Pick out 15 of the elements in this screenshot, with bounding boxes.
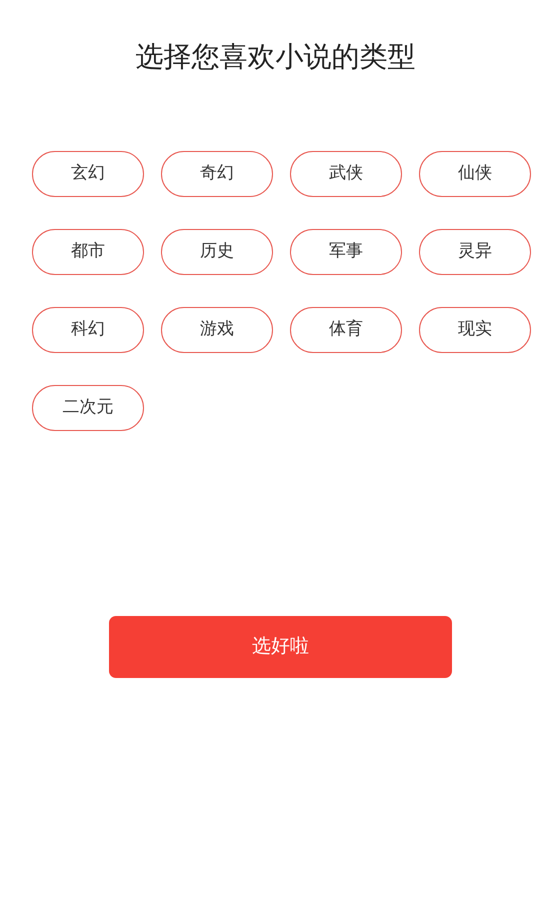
genre-tag[interactable]: 历史: [161, 228, 273, 275]
genre-tag[interactable]: 奇幻: [161, 150, 273, 197]
genre-tag[interactable]: 科幻: [32, 306, 144, 353]
genre-tag[interactable]: 现实: [419, 306, 531, 353]
genre-tag[interactable]: 游戏: [161, 306, 273, 353]
genre-tag[interactable]: 灵异: [419, 228, 531, 275]
genre-tag[interactable]: 都市: [32, 228, 144, 275]
genre-tag[interactable]: 武侠: [290, 150, 402, 197]
genre-tag[interactable]: 军事: [290, 228, 402, 275]
page-title: 选择您喜欢小说的类型: [134, 39, 416, 74]
genre-tag[interactable]: 体育: [290, 306, 402, 353]
genre-tag[interactable]: 二次元: [32, 384, 144, 431]
confirm-button[interactable]: 选好啦: [109, 616, 452, 678]
genre-tag[interactable]: 仙侠: [419, 150, 531, 197]
genre-tag[interactable]: 玄幻: [32, 150, 144, 197]
